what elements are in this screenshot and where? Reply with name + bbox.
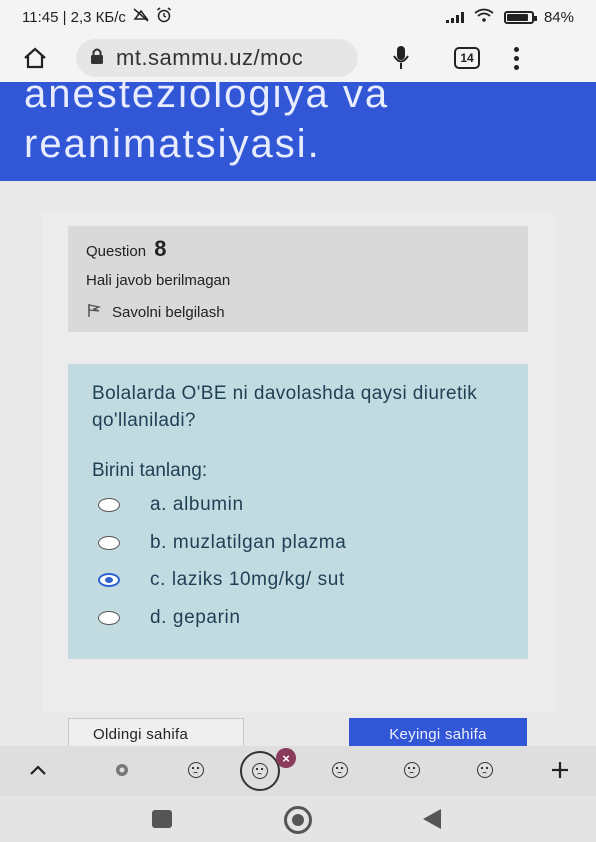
question-number: 8	[154, 236, 167, 261]
question-label: Question 8	[86, 236, 166, 262]
status-time-speed: 11:45 | 2,3 КБ/с	[22, 8, 126, 26]
emoji-icon[interactable]	[186, 760, 206, 780]
close-badge-icon[interactable]: ×	[276, 748, 296, 768]
answer-label: a. albumin	[150, 494, 244, 515]
lock-icon	[90, 47, 104, 70]
home-icon[interactable]	[20, 43, 50, 73]
answer-label: d. geparin	[150, 607, 241, 628]
answer-label: c. laziks 10mg/kg/ sut	[150, 569, 345, 590]
emoji-icon[interactable]	[402, 760, 422, 780]
battery-percent: 84%	[543, 8, 574, 26]
battery-icon	[503, 10, 537, 24]
radio-button-selected[interactable]	[98, 573, 120, 587]
plus-icon[interactable]	[550, 760, 570, 780]
course-banner: anesteziologiya va reanimatsiyasi.	[0, 82, 596, 181]
answer-prompt: Birini tanlang:	[92, 460, 208, 481]
alarm-icon	[156, 7, 172, 27]
answer-option-d[interactable]: d. geparin	[98, 607, 241, 629]
more-vert-icon[interactable]	[514, 46, 519, 70]
answer-option-a[interactable]: a. albumin	[98, 494, 244, 516]
question-text: Bolalarda O'BE ni davolashda qaysi diure…	[92, 383, 478, 431]
signal-icon	[445, 11, 464, 23]
emoji-icon[interactable]	[475, 760, 495, 780]
answer-option-c[interactable]: c. laziks 10mg/kg/ sut	[98, 569, 345, 591]
browser-toolbar: mt.sammu.uz/moc 14	[0, 34, 596, 82]
question-state: Hali javob berilmagan	[86, 272, 231, 289]
course-title-line2: reanimatsiyasi.	[24, 122, 321, 166]
back-icon[interactable]	[423, 809, 441, 829]
flag-question-link[interactable]: Savolni belgilash	[86, 302, 225, 322]
question-info: Question 8 Hali javob berilmagan Savolni…	[68, 226, 528, 332]
sticker-icon[interactable]	[112, 760, 132, 780]
chevron-up-icon[interactable]	[28, 760, 48, 780]
emoji-icon	[252, 763, 268, 779]
radio-button[interactable]	[98, 498, 120, 512]
tabs-icon[interactable]: 14	[454, 47, 480, 69]
home-button-icon[interactable]	[284, 806, 312, 834]
address-bar[interactable]: mt.sammu.uz/moc	[76, 39, 358, 77]
keyboard-emoji-strip: ×	[0, 746, 596, 796]
system-nav-bar	[0, 796, 596, 842]
flag-icon	[86, 302, 102, 322]
answer-label: b. muzlatilgan plazma	[150, 532, 347, 553]
status-right: 84%	[445, 8, 574, 26]
question-word: Question	[86, 243, 147, 260]
tab-count: 14	[460, 51, 474, 65]
mic-icon[interactable]	[388, 43, 414, 73]
status-left: 11:45 | 2,3 КБ/с	[22, 7, 172, 27]
recents-icon[interactable]	[152, 810, 172, 828]
emoji-selected-ring[interactable]	[240, 751, 280, 791]
course-title-line1: anesteziologiya va	[24, 82, 390, 116]
wifi-icon	[474, 8, 494, 26]
radio-button[interactable]	[98, 536, 120, 550]
status-bar: 11:45 | 2,3 КБ/с 84%	[0, 0, 596, 34]
url-text: mt.sammu.uz/moc	[116, 45, 304, 70]
mute-icon	[132, 8, 150, 26]
flag-label: Savolni belgilash	[112, 303, 225, 321]
question-content: Bolalarda O'BE ni davolashda qaysi diure…	[68, 364, 528, 659]
radio-button[interactable]	[98, 611, 120, 625]
emoji-icon[interactable]	[330, 760, 350, 780]
answer-option-b[interactable]: b. muzlatilgan plazma	[98, 532, 346, 554]
